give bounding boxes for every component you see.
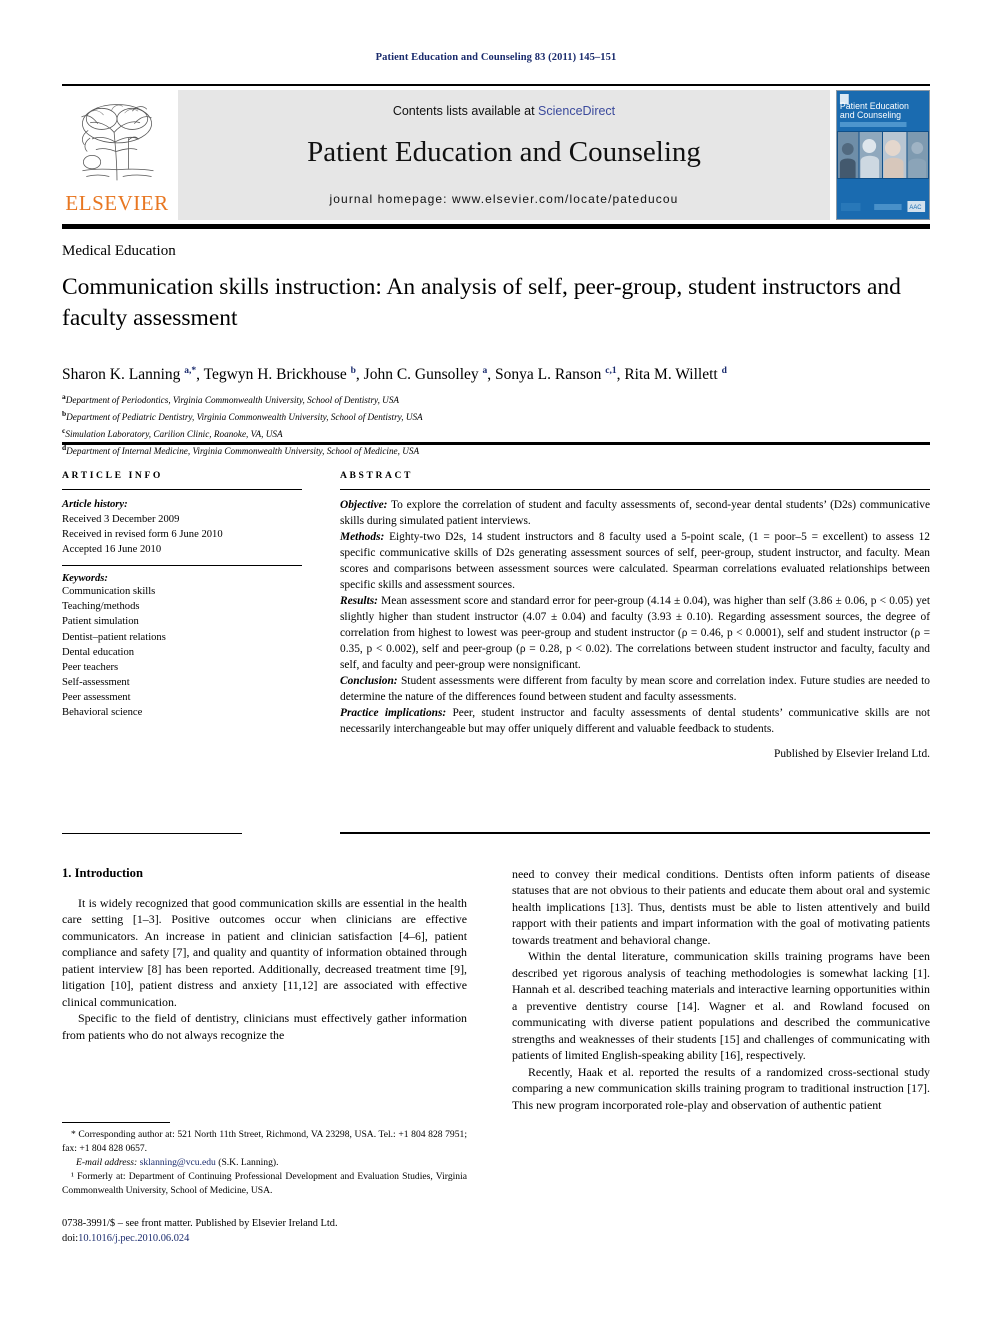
journal-title: Patient Education and Counseling — [307, 136, 701, 168]
affiliation-text: Simulation Laboratory, Carilion Clinic, … — [65, 429, 283, 439]
affiliation-item: cSimulation Laboratory, Carilion Clinic,… — [62, 425, 922, 442]
introduction-heading: 1. Introduction — [62, 866, 143, 880]
article-history-block: Article history: Received 3 December 200… — [62, 497, 302, 557]
abstract-publisher-line: Published by Elsevier Ireland Ltd. — [774, 747, 930, 760]
abstract-conclusion: Conclusion: Student assessments were dif… — [340, 674, 930, 706]
affiliation-text: Department of Pediatric Dentistry, Virgi… — [66, 412, 423, 423]
article-info-heading: ARTICLE INFO — [62, 470, 163, 481]
author-list: Sharon K. Lanning a,*, Tegwyn H. Brickho… — [62, 366, 727, 384]
keyword-item: Behavioral science — [62, 707, 143, 719]
abstract-body: Objective: To explore the correlation of… — [340, 498, 930, 763]
keywords-list: Communication skills Teaching/methods Pa… — [62, 584, 302, 720]
abstract-results: Results: Mean assessment score and stand… — [340, 594, 930, 674]
body-column-left: 1. Introduction It is widely recognized … — [62, 866, 467, 1043]
email-note: E-mail address: sklanning@vcu.edu (S.K. … — [62, 1156, 467, 1170]
paragraph: Recently, Haak et al. reported the resul… — [512, 1064, 930, 1112]
email-suffix: (S.K. Lanning). — [215, 1157, 279, 1168]
keyword-item: Peer teachers — [62, 661, 119, 673]
svg-text:AAC: AAC — [909, 205, 922, 211]
frontmatter-block: 0738-3991/$ – see front matter. Publishe… — [62, 1216, 492, 1246]
footnote-block: * Corresponding author at: 521 North 11t… — [62, 1128, 467, 1198]
sciencedirect-link[interactable]: ScienceDirect — [538, 104, 615, 118]
abstract-results-label: Results: — [340, 594, 378, 607]
keywords-label: Keywords: — [62, 573, 108, 585]
abstract-methods-text: Eighty-two D2s, 14 student instructors a… — [340, 530, 930, 591]
keyword-item: Dentist–patient relations — [62, 631, 166, 643]
paragraph: Specific to the field of dentistry, clin… — [62, 1011, 467, 1042]
introduction-right-text: need to convey their medical conditions.… — [512, 866, 930, 1113]
contents-lists-line: Contents lists available at ScienceDirec… — [178, 104, 830, 118]
email-link[interactable]: sklanning@vcu.edu — [140, 1157, 216, 1168]
keywords-rule — [62, 565, 302, 567]
footnote-1: ¹ Formerly at: Department of Continuing … — [62, 1171, 467, 1196]
journal-article-page: Patient Education and Counseling 83 (201… — [0, 0, 992, 1323]
article-history-label: Article history: — [62, 499, 128, 510]
masthead-bottom-rule — [62, 224, 930, 229]
doi-line: doi:10.1016/j.pec.2010.06.024 — [62, 1231, 492, 1246]
history-item: Accepted 16 June 2010 — [62, 544, 162, 556]
email-label: E-mail address: — [76, 1157, 138, 1168]
affiliation-text: Department of Periodontics, Virginia Com… — [65, 395, 400, 406]
affiliation-text: Department of Internal Medicine, Virgini… — [66, 445, 420, 456]
abstract-methods: Methods: Eighty-two D2s, 14 student inst… — [340, 530, 930, 594]
article-info-column: ARTICLE INFO Article history: Received 3… — [62, 470, 302, 720]
abstract-heading: ABSTRACT — [340, 470, 414, 481]
article-section-label: Medical Education — [62, 243, 176, 259]
abstract-conclusion-text: Student assessments were different from … — [340, 674, 930, 703]
page-title: Communication skills instruction: An ana… — [62, 274, 901, 331]
contents-prefix: Contents lists available at — [392, 104, 539, 118]
abstract-objective: Objective: To explore the correlation of… — [340, 498, 930, 530]
abstract-methods-label: Methods: — [340, 530, 385, 543]
abstract-bottom-rule — [340, 832, 930, 834]
affiliation-list: aDepartment of Periodontics, Virginia Co… — [62, 391, 922, 459]
introduction-left-text: It is widely recognized that good commun… — [62, 895, 467, 1043]
abstract-rule — [340, 489, 930, 490]
paragraph: Within the dental literature, communicat… — [512, 949, 930, 1063]
elsevier-logo: ELSEVIER — [62, 90, 172, 220]
keyword-item: Dental education — [62, 646, 135, 658]
abstract-practice-implications: Practice implications: Peer, student ins… — [340, 706, 930, 738]
elsevier-tree-icon — [81, 104, 154, 181]
history-item: Received 3 December 2009 — [62, 514, 180, 526]
affiliation-item: aDepartment of Periodontics, Virginia Co… — [62, 391, 922, 408]
corresponding-author-note: * Corresponding author at: 521 North 11t… — [62, 1129, 467, 1154]
journal-band: Contents lists available at ScienceDirec… — [178, 90, 830, 220]
affiliation-item: bDepartment of Pediatric Dentistry, Virg… — [62, 408, 922, 425]
elsevier-wordmark: ELSEVIER — [65, 191, 169, 215]
running-head: Patient Education and Counseling 83 (201… — [375, 52, 617, 63]
journal-cover-thumbnail: Patient Education and Counseling AAC — [836, 90, 930, 220]
keyword-item: Self-assessment — [62, 676, 130, 688]
abstract-column: ABSTRACT Objective: To explore the corre… — [340, 470, 930, 763]
footnote-separator-rule — [62, 1122, 170, 1123]
keyword-item: Peer assessment — [62, 692, 131, 704]
abstract-band-top-rule — [62, 442, 930, 445]
paragraph: It is widely recognized that good commun… — [62, 896, 467, 1009]
abstract-practice-label: Practice implications: — [340, 706, 447, 719]
svg-text:and Counseling: and Counseling — [840, 110, 901, 120]
abstract-objective-label: Objective: — [340, 499, 388, 511]
doi-value[interactable]: 10.1016/j.pec.2010.06.024 — [78, 1233, 189, 1244]
article-info-rule — [62, 489, 302, 490]
abstract-objective-text: To explore the correlation of student an… — [340, 499, 930, 527]
journal-homepage-line[interactable]: journal homepage: www.elsevier.com/locat… — [178, 192, 830, 206]
article-info-bottom-rule — [62, 833, 242, 834]
issn-frontmatter-line: 0738-3991/$ – see front matter. Publishe… — [62, 1218, 338, 1229]
keyword-item: Patient simulation — [62, 616, 139, 628]
keyword-item: Teaching/methods — [62, 601, 140, 613]
abstract-conclusion-label: Conclusion: — [340, 674, 398, 687]
keyword-item: Communication skills — [62, 586, 156, 598]
history-item: Received in revised form 6 June 2010 — [62, 529, 223, 541]
paragraph: need to convey their medical conditions.… — [512, 867, 930, 947]
cover-art-icon: Patient Education and Counseling AAC — [837, 91, 929, 219]
doi-label: doi: — [62, 1233, 79, 1245]
body-column-right: need to convey their medical conditions.… — [512, 866, 930, 1113]
abstract-results-text: Mean assessment score and standard error… — [340, 594, 930, 671]
journal-masthead: ELSEVIER Contents lists available at Sci… — [62, 84, 930, 220]
